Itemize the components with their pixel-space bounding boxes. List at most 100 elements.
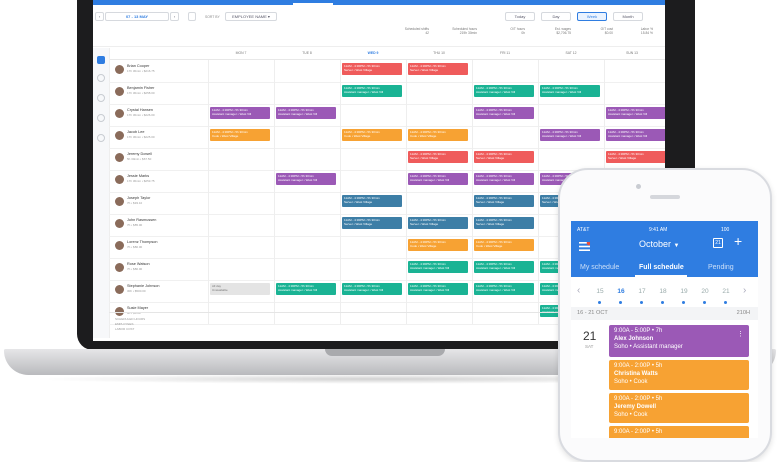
shift-block[interactable]: 11AM - 4:30PM • 5h 30minServer • West Vi… xyxy=(474,151,534,163)
week-day-selected[interactable]: 16 xyxy=(614,288,628,295)
view-month-button[interactable]: Month xyxy=(613,12,643,21)
shift-block[interactable]: 11AM - 4:30PM • 5h 30minServer • West Vi… xyxy=(474,217,534,229)
shift-block[interactable]: 11AM - 4:30PM • 5h 30minAssistant manage… xyxy=(408,261,468,273)
today-button[interactable]: Today xyxy=(505,12,535,21)
laptop-notch xyxy=(325,349,445,356)
employee-cell[interactable]: Jessie Marks 17h 30min • $253.75 xyxy=(113,174,193,188)
sort-dropdown[interactable]: EMPLOYEE NAME ▾ xyxy=(225,12,277,21)
shift-block[interactable]: 11AM - 4:30PM • 5h 30minServer • West Vi… xyxy=(342,195,402,207)
rail-button[interactable] xyxy=(97,114,105,122)
grid-divider xyxy=(472,236,473,258)
shift-block[interactable]: 11AM - 4:30PM • 5h 30minServer • West Vi… xyxy=(606,151,665,163)
shift-block[interactable]: 11AM - 4:30PM • 5h 30minServer • West Vi… xyxy=(408,217,468,229)
shift-block[interactable]: 11AM - 4:30PM • 5h 30minCook • West Vill… xyxy=(408,129,468,141)
employee-cell[interactable]: Rose Watson 7h • $80.00 xyxy=(113,262,193,276)
shift-block[interactable]: 11AM - 4:30PM • 5h 30minAssistant manage… xyxy=(474,283,534,295)
shift-block[interactable]: 11AM - 4:30PM • 5h 30minAssistant manage… xyxy=(474,173,534,185)
shift-block[interactable]: 11AM - 4:30PM • 5h 30minAssistant manage… xyxy=(342,283,402,295)
shift-block[interactable]: 11AM - 4:30PM • 5h 30minAssistant manage… xyxy=(540,85,600,97)
footer-label: LABOR COST xyxy=(115,327,135,331)
shift-block[interactable]: 11AM - 4:30PM • 5h 30minAssistant manage… xyxy=(474,261,534,273)
grid-divider xyxy=(208,60,209,82)
shift-role: Assistant manager • West Vill xyxy=(212,112,252,116)
shift-role: Assistant manager • West Vill xyxy=(476,112,516,116)
next-week-icon[interactable]: › xyxy=(743,285,746,296)
shift-block[interactable]: 11AM - 4:30PM • 5h 30minCook • West Vill… xyxy=(474,239,534,251)
stat-value: 219h 30min xyxy=(459,31,477,35)
avatar xyxy=(115,153,124,162)
week-day[interactable]: 20 xyxy=(698,288,712,295)
rail-button[interactable] xyxy=(97,94,105,102)
shift-block[interactable]: 11AM - 4:30PM • 5h 30minAssistant manage… xyxy=(606,107,665,119)
shift-block[interactable]: All day Unavailable xyxy=(210,283,270,295)
day-cells: 11AM - 4:30PM • 5h 30minAssistant manage… xyxy=(208,82,665,104)
employee-cell[interactable]: Jeremy Dowell 5h 30min • $67.50 xyxy=(113,152,193,166)
shift-block[interactable]: 11AM - 4:30PM • 5h 30minServer • West Vi… xyxy=(474,195,534,207)
employee-cell[interactable]: Benjamin Fisher 17h 30min • $258.00 xyxy=(113,86,193,100)
next-week-button[interactable]: › xyxy=(170,12,179,21)
shift-card[interactable]: 9:00A - 2:00P • 5h Christina Watts Soho … xyxy=(609,360,749,390)
schedule-rail-button[interactable] xyxy=(97,56,105,64)
employee-cell[interactable]: John Rasmussen 7h • $85.00 xyxy=(113,218,193,232)
shift-block[interactable]: 11AM - 4:30PM • 5h 30minAssistant manage… xyxy=(342,85,402,97)
employee-cell[interactable]: Joseph Taylor 7h • $93.10 xyxy=(113,196,193,210)
shift-card[interactable]: 9:00A - 2:00P • 5h xyxy=(609,426,749,438)
shift-block[interactable]: 11AM - 4:30PM • 5h 30minCook • West Vill… xyxy=(342,129,402,141)
prev-week-button[interactable]: ‹ xyxy=(95,12,104,21)
employee-cell[interactable]: Brian Cooper 17h 30min • $216.75 xyxy=(113,64,193,78)
avatar xyxy=(115,263,124,272)
shift-block[interactable]: 11AM - 4:30PM • 5h 30minAssistant manage… xyxy=(474,85,534,97)
shift-block[interactable]: 11AM - 4:30PM • 5h 30minAssistant manage… xyxy=(276,107,336,119)
footer-label: SCHEDULED HOURS xyxy=(115,317,146,321)
shift-block[interactable]: 11AM - 4:30PM • 5h 30minAssistant manage… xyxy=(276,173,336,185)
shift-role: Server • West Village xyxy=(410,68,439,72)
shift-block[interactable]: 11AM - 4:30PM • 5h 30minAssistant manage… xyxy=(606,129,665,141)
more-icon[interactable]: ⋮ xyxy=(737,331,744,339)
shift-block[interactable]: 11AM - 4:30PM • 5h 30minCook • West Vill… xyxy=(408,239,468,251)
shift-block[interactable]: 11AM - 4:30PM • 5h 30minAssistant manage… xyxy=(408,283,468,295)
shift-block[interactable]: 11AM - 4:30PM • 5h 30minServer • West Vi… xyxy=(408,151,468,163)
shift-role: Assistant manager • West Vill xyxy=(608,134,648,138)
shift-card[interactable]: 9:00A - 2:00P • 5h Jeremy Dowell Soho • … xyxy=(609,393,749,423)
calendar-icon[interactable]: 21 xyxy=(713,238,723,248)
add-icon[interactable]: + xyxy=(734,234,742,248)
employee-hours: 30h • $500.00 xyxy=(127,289,146,293)
tab-my-schedule[interactable]: My schedule xyxy=(580,264,619,271)
shift-block[interactable]: 11AM - 4:30PM • 5h 30minAssistant manage… xyxy=(276,283,336,295)
week-day[interactable]: 21 xyxy=(719,288,733,295)
avatar xyxy=(115,109,124,118)
shift-block[interactable]: 11AM - 4:30PM • 5h 30minAssistant manage… xyxy=(408,173,468,185)
week-day[interactable]: 18 xyxy=(656,288,670,295)
employee-cell[interactable]: Jacob Lee 17h 30min • $225.00 xyxy=(113,130,193,144)
shift-block[interactable]: 11AM - 4:30PM • 5h 30minServer • West Vi… xyxy=(408,63,468,75)
employee-cell[interactable]: Stephanie Johnson 30h • $500.00 xyxy=(113,284,193,298)
week-day[interactable]: 17 xyxy=(635,288,649,295)
tab-pending[interactable]: Pending xyxy=(708,264,734,271)
employee-hours: 7h • $93.10 xyxy=(127,201,143,205)
shift-block[interactable]: 11AM - 4:30PM • 5h 30minServer • West Vi… xyxy=(342,63,402,75)
shift-block[interactable]: 11AM - 4:30PM • 5h 30minAssistant manage… xyxy=(474,107,534,119)
employee-cell[interactable]: Lorenz Thompson 7h • $80.00 xyxy=(113,240,193,254)
rail-button[interactable] xyxy=(97,74,105,82)
employee-hours: 17h 30min • $225.00 xyxy=(127,135,155,139)
rail-button[interactable] xyxy=(97,134,105,142)
phone-speaker xyxy=(650,195,680,199)
week-day[interactable]: 15 xyxy=(593,288,607,295)
select-checkbox[interactable] xyxy=(188,12,196,21)
grid-divider xyxy=(274,214,275,236)
prev-week-icon[interactable]: ‹ xyxy=(577,285,580,296)
menu-icon[interactable] xyxy=(579,238,592,251)
shift-block[interactable]: 11AM - 4:30PM • 5h 30minServer • West Vi… xyxy=(342,217,402,229)
shift-block[interactable]: 11AM - 4:30PM • 5h 30minCook • West Vill… xyxy=(210,129,270,141)
shift-role: Assistant manager • West Vill xyxy=(476,266,516,270)
employee-cell[interactable]: Crystal Hansen 17h 30min • $226.00 xyxy=(113,108,193,122)
month-selector[interactable]: October ▼ xyxy=(639,239,679,249)
week-day[interactable]: 19 xyxy=(677,288,691,295)
view-week-button[interactable]: Week xyxy=(577,12,607,21)
tab-full-schedule[interactable]: Full schedule xyxy=(639,264,684,271)
date-range-button[interactable]: 07 - 13 MAY xyxy=(105,12,169,21)
shift-block[interactable]: 11AM - 4:30PM • 5h 30minAssistant manage… xyxy=(210,107,270,119)
shift-block[interactable]: 11AM - 4:30PM • 5h 30minAssistant manage… xyxy=(540,129,600,141)
shift-card[interactable]: 9:00A - 5:00P • 7h Alex Johnson Soho • A… xyxy=(609,325,749,357)
view-day-button[interactable]: Day xyxy=(541,12,571,21)
